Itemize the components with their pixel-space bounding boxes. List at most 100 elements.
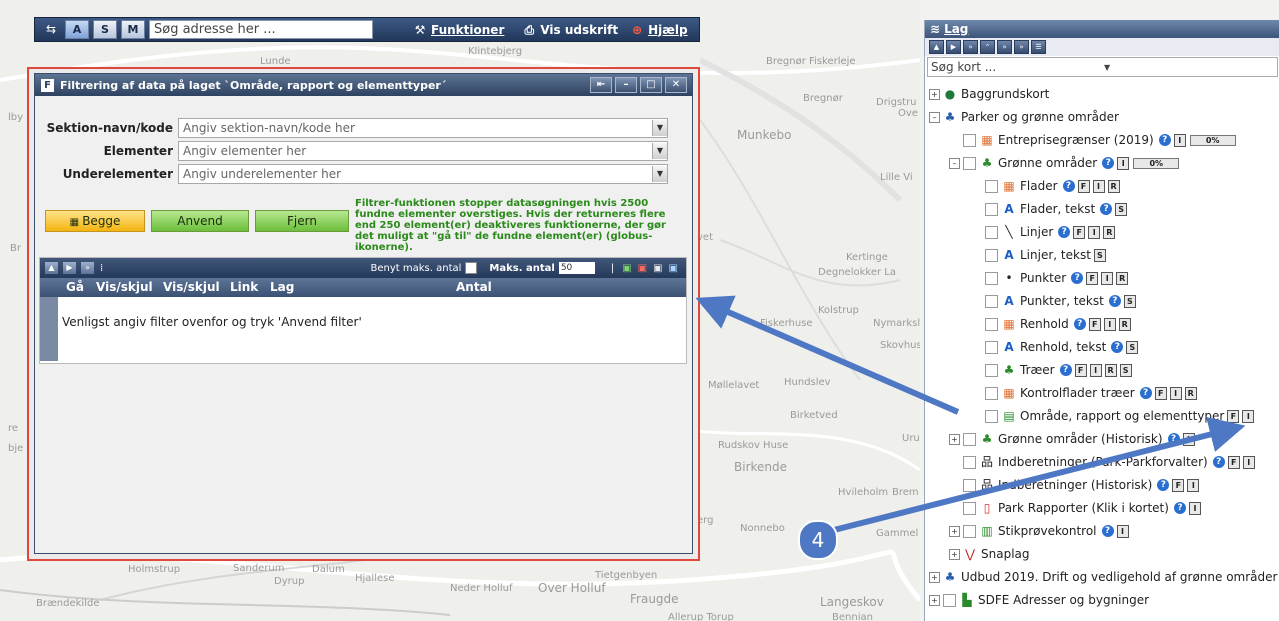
sektion-combo[interactable]: Angiv sektion-navn/kode her ▼ [178,118,668,138]
report-badge[interactable]: R [1104,363,1117,377]
report-badge[interactable]: R [1116,271,1129,285]
layer-checkbox[interactable] [963,524,976,538]
tree-node[interactable]: A Linjer, tekst S [985,245,1106,265]
opacity-bar[interactable]: 0% [1189,134,1236,146]
benyt-maks-checkbox[interactable] [465,262,478,274]
chevron-down-icon[interactable]: ▼ [652,166,667,182]
tree-node[interactable]: – ♣ Grønne områder ? I 0% [949,153,1180,173]
collapse-icon[interactable]: ▲ [45,262,58,274]
layer-checkbox[interactable] [963,501,976,515]
report-badge[interactable]: R [1103,225,1116,239]
tree-node[interactable]: ▤ Område, rapport og elementtyper F I [985,406,1255,426]
tree-node[interactable]: A Flader, tekst ? S [985,199,1128,219]
help-icon[interactable]: ? [1071,272,1084,284]
layer-checkbox[interactable] [985,340,998,354]
filter-badge[interactable]: F [1154,386,1167,400]
chevron-down-icon[interactable]: ▼ [652,143,667,159]
help-icon[interactable]: ? [1102,157,1115,169]
maximize-icon[interactable]: □ [640,77,662,93]
underelementer-combo[interactable]: Angiv underelementer her ▼ [178,164,668,184]
layer-checkbox[interactable] [985,386,998,400]
tree-node[interactable]: A Renhold, tekst ? S [985,337,1139,357]
minimize-icon[interactable]: – [615,77,637,93]
layer-checkbox[interactable] [963,455,976,469]
tree-node[interactable]: • Punkter ? F I R [985,268,1129,288]
help-icon[interactable]: ? [1167,433,1180,445]
map-export-icon[interactable]: ▣ [669,263,678,274]
collapse-up-icon[interactable]: ▲ [929,40,944,54]
filter-badge[interactable]: F [1074,363,1087,377]
info-badge[interactable]: I [1103,317,1116,331]
help-icon[interactable]: ? [1108,295,1121,307]
expand-icon[interactable]: + [949,525,960,537]
expand-icon[interactable]: + [929,88,940,100]
info-badge[interactable]: I [1242,409,1255,423]
info-badge[interactable]: I [1187,478,1200,492]
col-header[interactable]: Vis/skjul [96,280,153,294]
fast-forward-icon[interactable]: » [1014,40,1029,54]
map-tools-icon[interactable]: ⇆ [41,21,61,38]
layer-checkbox[interactable] [985,248,998,262]
help-icon[interactable]: ? [1111,341,1124,353]
tree-node[interactable]: + ⋁ Snaplag [949,544,1030,564]
address-mode-m-button[interactable]: M [121,20,145,39]
report-badge[interactable]: R [1184,386,1197,400]
opacity-bar[interactable]: 0% [1133,157,1180,169]
col-header[interactable]: Vis/skjul [163,280,220,294]
tree-node[interactable]: ♣ Træer ? F I R S [985,360,1132,380]
chevron-down-icon[interactable]: ▼ [1101,63,1277,72]
pdf-icon[interactable]: ▣ [638,263,647,274]
info-badge[interactable]: I [1116,524,1129,538]
style-badge[interactable]: S [1115,202,1128,216]
info-badge[interactable]: I [1173,133,1186,147]
tree-node[interactable]: ▦ Kontrolflader træer ? F I R [985,383,1197,403]
dialog-title-bar[interactable]: F Filtrering af data på laget `Område, r… [35,74,692,96]
info-badge[interactable]: I [1092,179,1105,193]
layer-checkbox[interactable] [985,363,998,377]
info-badge[interactable]: I [1101,271,1114,285]
help-icon[interactable]: ? [1157,479,1170,491]
expand-icon[interactable]: + [929,571,940,583]
map-search-input[interactable]: Søg kort ... ▼ [927,57,1278,77]
col-header[interactable]: Lag [270,280,294,294]
layer-checkbox[interactable] [985,294,998,308]
filter-badge[interactable]: F [1088,317,1101,331]
layer-checkbox[interactable] [963,133,976,147]
tree-node[interactable]: ▦ Flader ? F I R [985,176,1120,196]
col-header[interactable]: Link [230,280,258,294]
help-icon[interactable]: ? [1073,318,1086,330]
layer-checkbox[interactable] [985,202,998,216]
tree-node[interactable]: 品 Indberetninger (Historisk) ? F I [963,475,1200,495]
style-badge[interactable]: S [1119,363,1132,377]
forward-icon[interactable]: » [963,40,978,54]
help-icon[interactable]: ? [1212,456,1225,468]
help-icon[interactable]: ? [1062,180,1075,192]
expand-icon[interactable]: ▶ [946,40,961,54]
pin-icon[interactable]: ⇤ [590,77,612,93]
filter-badge[interactable]: F [1227,455,1240,469]
tree-node[interactable]: ▦ Entreprisegrænser (2019) ? I 0% [963,130,1236,150]
help-icon[interactable]: ? [1100,203,1113,215]
info-badge[interactable]: I [1188,501,1201,515]
address-mode-a-button[interactable]: A [65,20,89,39]
filter-badge[interactable]: F [1227,409,1240,423]
funktioner-button[interactable]: ⚒ Funktioner [413,23,505,37]
help-icon[interactable]: ? [1158,134,1171,146]
filter-badge[interactable]: F [1073,225,1086,239]
begge-button[interactable]: ▦ Begge [45,210,145,232]
help-icon[interactable]: ? [1059,364,1072,376]
layer-checkbox[interactable] [963,432,976,446]
help-icon[interactable]: ? [1101,525,1114,537]
tree-node[interactable]: ▯ Park Rapporter (Klik i kortet) ? I [963,498,1201,518]
expand-icon[interactable]: + [929,594,940,606]
last-icon[interactable]: » [81,262,94,274]
layer-checkbox[interactable] [985,179,998,193]
tree-node[interactable]: – ♣ Parker og grønne områder [929,107,1119,127]
filter-badge[interactable]: F [1086,271,1099,285]
close-icon[interactable]: ✕ [665,77,687,93]
elementer-combo[interactable]: Angiv elementer her ▼ [178,141,668,161]
info-badge[interactable]: I [1169,386,1182,400]
report-badge[interactable]: R [1118,317,1131,331]
layer-checkbox[interactable] [963,478,976,492]
help-icon[interactable]: ? [1058,226,1071,238]
